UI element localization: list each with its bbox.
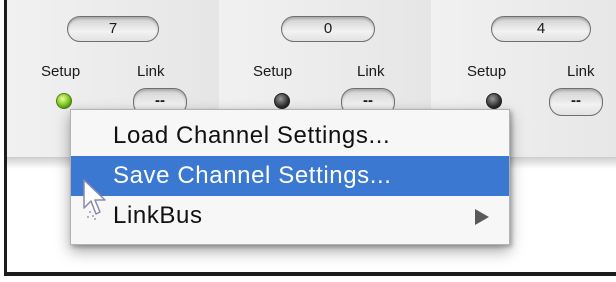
menu-item-linkbus-label: LinkBus <box>113 202 203 229</box>
setup-led-icon[interactable] <box>486 93 502 109</box>
submenu-arrow-icon <box>475 209 489 225</box>
setup-led-icon[interactable] <box>56 93 72 109</box>
link-field[interactable]: -- <box>549 88 603 116</box>
setup-led-icon[interactable] <box>274 93 290 109</box>
channel-header-cutoff <box>491 0 589 8</box>
menu-item-load-channel-settings[interactable]: Load Channel Settings... <box>71 116 509 156</box>
channel-header-cutoff <box>281 0 373 8</box>
setup-label: Setup <box>41 63 81 80</box>
link-label: Link <box>137 63 165 80</box>
setup-label: Setup <box>467 63 507 80</box>
link-label: Link <box>567 63 595 80</box>
context-menu: Load Channel Settings... Save Channel Se… <box>70 109 510 245</box>
link-label: Link <box>357 63 385 80</box>
menu-item-save-channel-settings[interactable]: Save Channel Settings... <box>71 156 509 196</box>
menu-item-linkbus[interactable]: LinkBus <box>71 196 509 236</box>
setup-label: Setup <box>253 63 293 80</box>
channel-number-field[interactable]: 0 <box>281 16 375 42</box>
channel-number-field[interactable]: 7 <box>67 16 159 42</box>
channel-number-field[interactable]: 4 <box>491 16 591 42</box>
channel-header-cutoff <box>67 0 157 8</box>
